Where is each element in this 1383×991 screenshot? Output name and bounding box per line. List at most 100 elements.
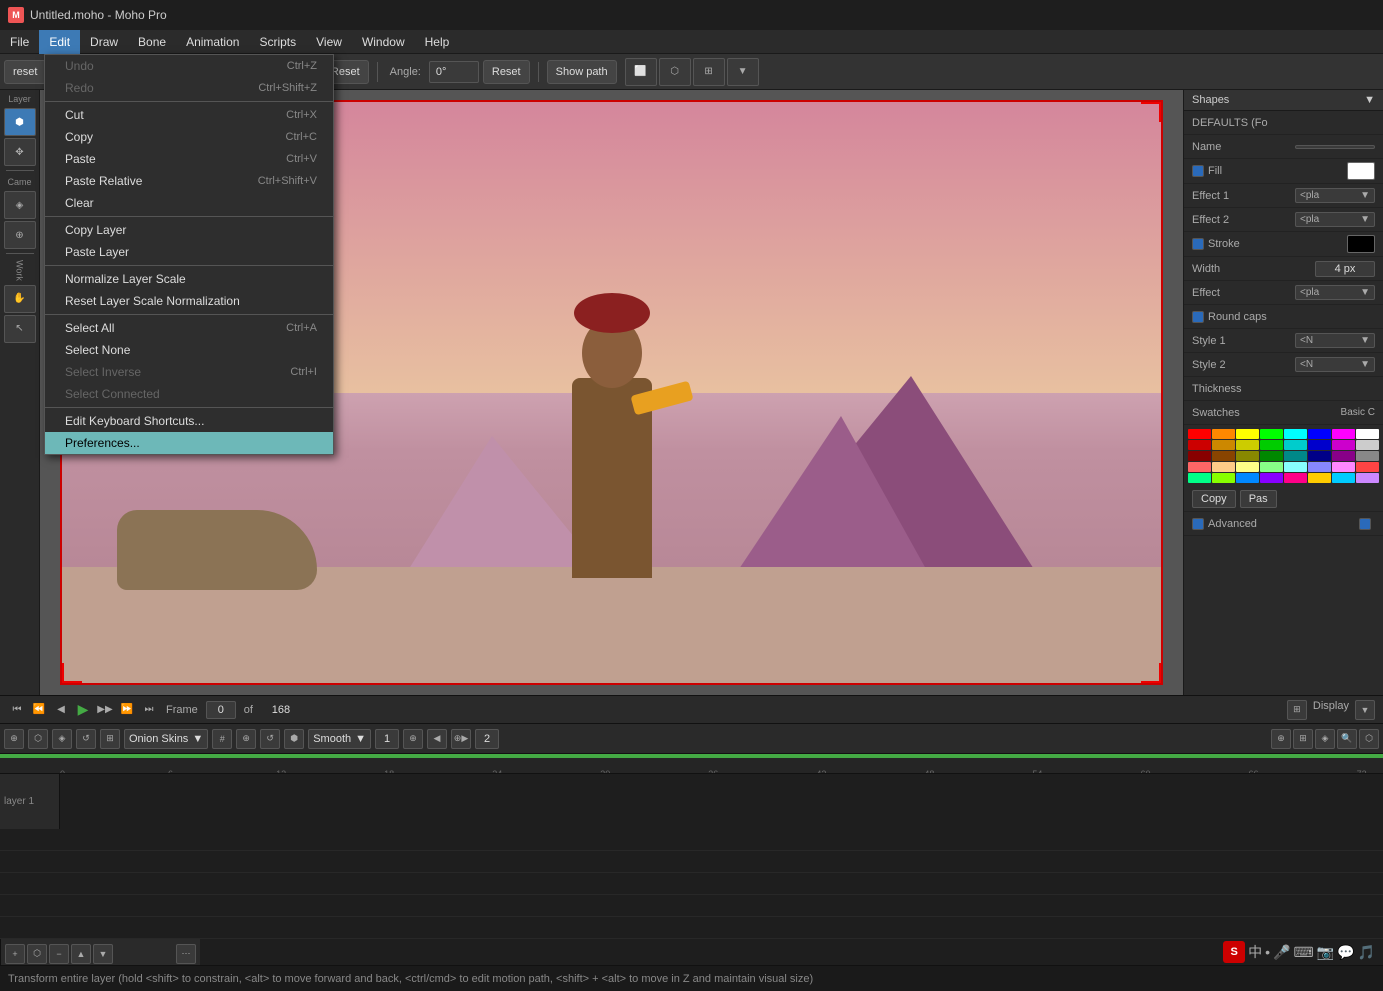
- color-swatch[interactable]: [1260, 473, 1283, 483]
- color-swatch[interactable]: [1308, 451, 1331, 461]
- fill-checkbox[interactable]: [1192, 165, 1204, 177]
- effect2-dropdown[interactable]: <pla▼: [1295, 212, 1375, 227]
- stroke-effect-dropdown[interactable]: <pla▼: [1295, 285, 1375, 300]
- menu-normalize[interactable]: Normalize Layer Scale: [45, 268, 333, 290]
- step-back-btn[interactable]: ◀: [52, 701, 70, 719]
- menu-edit[interactable]: Edit: [39, 30, 80, 54]
- frame-input[interactable]: 0: [206, 701, 236, 719]
- color-swatch[interactable]: [1236, 473, 1259, 483]
- menu-select-all[interactable]: Select All Ctrl+A: [45, 317, 333, 339]
- color-swatch[interactable]: [1308, 473, 1331, 483]
- menu-paste[interactable]: Paste Ctrl+V: [45, 148, 333, 170]
- round-caps-checkbox[interactable]: [1192, 311, 1204, 323]
- menu-select-inverse[interactable]: Select Inverse Ctrl+I: [45, 361, 333, 383]
- layer-add-btn[interactable]: +: [5, 944, 25, 964]
- tl-icon12[interactable]: ⊕▶: [451, 729, 471, 749]
- menu-select-none[interactable]: Select None: [45, 339, 333, 361]
- tl-icon5[interactable]: ⊞: [100, 729, 120, 749]
- tl-icon2[interactable]: ⬡: [28, 729, 48, 749]
- advanced-checkbox2[interactable]: [1359, 518, 1371, 530]
- color-swatch[interactable]: [1356, 451, 1379, 461]
- menu-cut[interactable]: Cut Ctrl+X: [45, 104, 333, 126]
- color-swatch[interactable]: [1212, 440, 1235, 450]
- menu-help[interactable]: Help: [415, 30, 460, 54]
- color-swatch[interactable]: [1260, 440, 1283, 450]
- tl-icon4[interactable]: ↺: [76, 729, 96, 749]
- tool-cursor[interactable]: ↖: [4, 315, 36, 343]
- menu-window[interactable]: Window: [352, 30, 415, 54]
- color-swatch[interactable]: [1236, 451, 1259, 461]
- prev-key-btn[interactable]: ⏩: [118, 701, 136, 719]
- menu-bone[interactable]: Bone: [128, 30, 176, 54]
- menu-paste-relative[interactable]: Paste Relative Ctrl+Shift+V: [45, 170, 333, 192]
- menu-select-connected[interactable]: Select Connected: [45, 383, 333, 405]
- color-swatch[interactable]: [1212, 451, 1235, 461]
- menu-clear[interactable]: Clear: [45, 192, 333, 214]
- color-swatch[interactable]: [1332, 429, 1355, 439]
- tool-select[interactable]: ⬢: [4, 108, 36, 136]
- taskbar-moho-icon[interactable]: S: [1223, 941, 1245, 963]
- color-swatch[interactable]: [1284, 429, 1307, 439]
- reset-button[interactable]: reset: [4, 60, 46, 84]
- color-swatch[interactable]: [1356, 429, 1379, 439]
- color-swatch[interactable]: [1260, 462, 1283, 472]
- tl-value2[interactable]: 2: [475, 729, 499, 749]
- color-swatch[interactable]: [1308, 429, 1331, 439]
- layer-copy-btn[interactable]: ⬡: [27, 944, 47, 964]
- menu-copy-layer[interactable]: Copy Layer: [45, 219, 333, 241]
- tl-right2[interactable]: ⊞: [1293, 729, 1313, 749]
- color-swatch[interactable]: [1188, 429, 1211, 439]
- advanced-checkbox[interactable]: [1192, 518, 1204, 530]
- copy-button[interactable]: Copy: [1192, 490, 1236, 508]
- color-swatch[interactable]: [1260, 429, 1283, 439]
- toolbar-icon1[interactable]: ⬜: [625, 58, 657, 86]
- color-swatch[interactable]: [1332, 440, 1355, 450]
- color-swatch[interactable]: [1356, 440, 1379, 450]
- menu-animation[interactable]: Animation: [176, 30, 249, 54]
- color-swatch[interactable]: [1332, 462, 1355, 472]
- tl-right3[interactable]: ◈: [1315, 729, 1335, 749]
- color-swatch[interactable]: [1308, 462, 1331, 472]
- menu-view[interactable]: View: [306, 30, 352, 54]
- color-swatch[interactable]: [1284, 451, 1307, 461]
- menu-scripts[interactable]: Scripts: [249, 30, 306, 54]
- smooth-dropdown[interactable]: Smooth ▼: [308, 729, 371, 749]
- color-swatch[interactable]: [1308, 440, 1331, 450]
- menu-preferences[interactable]: Preferences...: [45, 432, 333, 454]
- color-swatch[interactable]: [1212, 462, 1235, 472]
- play-btn[interactable]: ▶: [74, 701, 92, 719]
- toolbar-icon3[interactable]: ⊞: [693, 58, 725, 86]
- tl-icon11[interactable]: ◀: [427, 729, 447, 749]
- color-swatch[interactable]: [1356, 473, 1379, 483]
- smooth-value[interactable]: 1: [375, 729, 399, 749]
- stroke-color[interactable]: [1347, 235, 1375, 253]
- tl-icon1[interactable]: ⊕: [4, 729, 24, 749]
- menu-file[interactable]: File: [0, 30, 39, 54]
- paste-button[interactable]: Pas: [1240, 490, 1277, 508]
- tl-icon8[interactable]: ↺: [260, 729, 280, 749]
- layer-move-up[interactable]: ▲: [71, 944, 91, 964]
- tl-icon3[interactable]: ◈: [52, 729, 72, 749]
- color-swatch[interactable]: [1188, 451, 1211, 461]
- effect1-dropdown[interactable]: <pla▼: [1295, 188, 1375, 203]
- name-value[interactable]: [1295, 145, 1375, 149]
- color-swatch[interactable]: [1212, 429, 1235, 439]
- menu-reset-normalize[interactable]: Reset Layer Scale Normalization: [45, 290, 333, 312]
- tl-right1[interactable]: ⊕: [1271, 729, 1291, 749]
- prev-frame-btn[interactable]: ⏪: [30, 701, 48, 719]
- color-swatch[interactable]: [1188, 473, 1211, 483]
- color-swatch[interactable]: [1212, 473, 1235, 483]
- color-swatch[interactable]: [1188, 462, 1211, 472]
- layer-more-btn[interactable]: ⋯: [176, 944, 196, 964]
- fill-color[interactable]: [1347, 162, 1375, 180]
- menu-redo[interactable]: Redo Ctrl+Shift+Z: [45, 77, 333, 99]
- menu-copy[interactable]: Copy Ctrl+C: [45, 126, 333, 148]
- tool-hand[interactable]: ✋: [4, 285, 36, 313]
- style2-dropdown[interactable]: <N▼: [1295, 357, 1375, 372]
- color-swatch[interactable]: [1332, 473, 1355, 483]
- tl-grid-btn[interactable]: #: [212, 729, 232, 749]
- color-swatch[interactable]: [1236, 462, 1259, 472]
- tl-icon9[interactable]: ⬢: [284, 729, 304, 749]
- reset3-button[interactable]: Reset: [483, 60, 530, 84]
- layer-move-dn[interactable]: ▼: [93, 944, 113, 964]
